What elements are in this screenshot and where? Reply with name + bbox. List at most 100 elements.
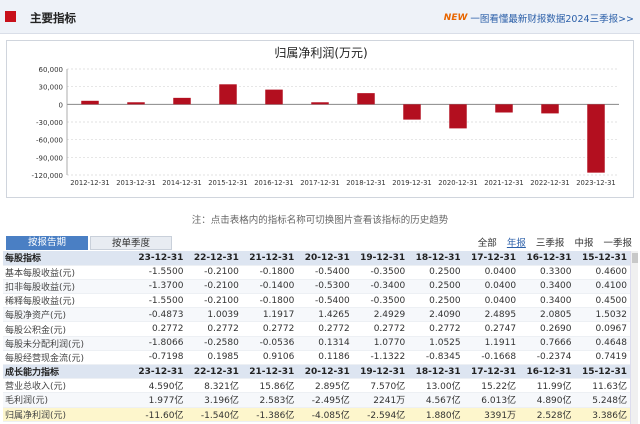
report-filter: 全部 年报 三季报 中报 一季报: [471, 235, 632, 249]
filter-q3[interactable]: 三季报: [536, 238, 565, 249]
tab-by-report-period[interactable]: 按报告期: [6, 236, 88, 250]
indicator-name-link[interactable]: 每股经营现金流(元): [3, 350, 131, 366]
table-cell: -1.5500: [131, 265, 187, 280]
table-cell: 2.4929: [352, 307, 409, 323]
table-cell: -11.60亿: [131, 407, 187, 422]
bar-2015-12-31: [219, 84, 237, 105]
x-tick-label: 2020-12-31: [438, 179, 478, 187]
table-cell: 0.2772: [297, 321, 353, 337]
indicator-name-link[interactable]: 毛利润(元): [3, 392, 131, 408]
financial-report-promo-link[interactable]: NEW 一图看懂最新财报数据2024三季报>>: [444, 11, 634, 25]
chart-svg: 归属净利润(万元) 60,000 30,000 0 -30,000 -60,000 -90,…: [32, 46, 619, 187]
column-header: 18-12-31: [408, 364, 464, 380]
column-header: 19-12-31: [352, 364, 409, 380]
table-cell: 2.0805: [519, 307, 575, 323]
table-cell: 11.63亿: [574, 378, 630, 394]
section-header-label: 成长能力指标: [3, 364, 131, 380]
table-cell: 11.99亿: [519, 378, 575, 394]
section-header-label: 每股指标: [3, 251, 131, 266]
table-cell: 1.1917: [241, 307, 298, 323]
table-cell: -1.5500: [131, 293, 187, 309]
table-header-row: 成长能力指标 23-12-31 22-12-31 21-12-31 20-12-31 19…: [3, 364, 630, 380]
table-cell: 0.1985: [186, 350, 242, 366]
table-cell: 0.3400: [519, 293, 575, 309]
table-header-row: 每股指标 23-12-31 22-12-31 21-12-31 20-12-31 19-1…: [3, 251, 630, 266]
column-header: 21-12-31: [241, 251, 298, 266]
filter-all[interactable]: 全部: [478, 238, 497, 249]
column-header: 15-12-31: [574, 251, 630, 266]
chart-note: 注：点击表格内的指标名称可切换图片查看该指标的历史趋势: [191, 215, 449, 226]
table-cell: 0.2772: [352, 321, 409, 337]
column-header: 15-12-31: [574, 364, 630, 380]
bar-2012-12-31: [81, 100, 99, 105]
table-row: 每股净资产(元) -0.4873 1.0039 1.1917 1.4265 2.4929 2…: [3, 307, 630, 323]
table-cell: 2.4895: [463, 307, 520, 323]
table-cell: -1.1322: [352, 350, 409, 366]
table-cell: 6.013亿: [463, 392, 520, 408]
table-cell: 4.890亿: [519, 392, 575, 408]
indicator-name-link[interactable]: 归属净利润(元): [3, 407, 131, 422]
table-cell: -0.4873: [131, 307, 187, 323]
table-cell: -0.8345: [408, 350, 464, 366]
filter-annual[interactable]: 年报: [507, 238, 526, 249]
column-header: 23-12-31: [131, 364, 187, 380]
table-scrollbar[interactable]: [630, 251, 638, 424]
table-row: 归属净利润(元) -11.60亿 -1.540亿 -1.386亿 -4.085亿 -2.5…: [3, 407, 630, 422]
x-tick-label: 2017-12-31: [300, 179, 340, 187]
table-cell: 3.196亿: [186, 392, 242, 408]
indicator-name-link[interactable]: 稀释每股收益(元): [3, 293, 131, 309]
column-header: 17-12-31: [463, 251, 520, 266]
table-cell: 7.570亿: [352, 378, 409, 394]
chart-title: 归属净利润(万元): [274, 46, 367, 60]
indicator-name-link[interactable]: 营业总收入(元): [3, 378, 131, 394]
table-row: 营业总收入(元) 4.590亿 8.321亿 15.86亿 2.895亿 7.570亿 13…: [3, 378, 630, 394]
table-cell: 0.9106: [241, 350, 298, 366]
table-row: 每股公积金(元) 0.2772 0.2772 0.2772 0.2772 0.2772 0.…: [3, 321, 630, 337]
table-cell: -0.1400: [241, 279, 298, 295]
table-cell: -0.3500: [352, 293, 409, 309]
scrollbar-thumb[interactable]: [632, 253, 638, 263]
table-cell: -4.085亿: [297, 407, 353, 422]
bar-2022-12-31: [541, 104, 559, 114]
promo-text[interactable]: 一图看懂最新财报数据2024三季报>>: [470, 11, 634, 25]
table-cell: -0.1800: [241, 293, 298, 309]
table-cell: 0.4100: [574, 279, 630, 295]
table-cell: 0.7419: [574, 350, 630, 366]
table-cell: 4.590亿: [131, 378, 187, 394]
table-cell: 0.2772: [131, 321, 187, 337]
indicator-name-link[interactable]: 扣非每股收益(元): [3, 279, 131, 295]
y-tick-label: 0: [59, 101, 63, 109]
table-cell: 0.4500: [574, 293, 630, 309]
filter-interim[interactable]: 中报: [574, 238, 593, 249]
y-tick-label: -120,000: [32, 172, 63, 180]
bar-2018-12-31: [357, 93, 375, 105]
table-cell: -2.495亿: [297, 392, 353, 408]
financial-indicators-table: 每股指标 23-12-31 22-12-31 21-12-31 20-12-31 19-1…: [3, 251, 630, 422]
x-tick-label: 2014-12-31: [162, 179, 202, 187]
section-marker-icon: [5, 11, 16, 22]
bar-2013-12-31: [127, 102, 145, 105]
table-cell: 13.00亿: [408, 378, 464, 394]
table-cell: -0.5400: [297, 265, 353, 280]
table-row: 基本每股收益(元) -1.5500 -0.2100 -0.1800 -0.5400 -0.…: [3, 265, 630, 280]
bar-2017-12-31: [311, 102, 329, 105]
indicator-name-link[interactable]: 每股未分配利润(元): [3, 336, 131, 351]
table-cell: 2.4090: [408, 307, 464, 323]
table-cell: 1.0525: [408, 336, 464, 351]
indicator-name-link[interactable]: 每股净资产(元): [3, 307, 131, 323]
y-tick-label: -90,000: [36, 154, 63, 162]
x-tick-label: 2018-12-31: [346, 179, 386, 187]
x-tick-label: 2012-12-31: [70, 179, 110, 187]
table-cell: 0.2772: [241, 321, 298, 337]
table-cell: 0.2500: [408, 279, 464, 295]
table-cell: -0.3500: [352, 265, 409, 280]
table-cell: 5.248亿: [574, 392, 630, 408]
tab-by-single-quarter[interactable]: 按单季度: [90, 236, 172, 250]
table-cell: 0.2500: [408, 293, 464, 309]
column-header: 21-12-31: [241, 364, 298, 380]
indicator-name-link[interactable]: 每股公积金(元): [3, 321, 131, 337]
filter-q1[interactable]: 一季报: [603, 238, 632, 249]
table-cell: 0.2747: [463, 321, 520, 337]
section-title: 主要指标: [30, 11, 76, 25]
indicator-name-link[interactable]: 基本每股收益(元): [3, 265, 131, 280]
